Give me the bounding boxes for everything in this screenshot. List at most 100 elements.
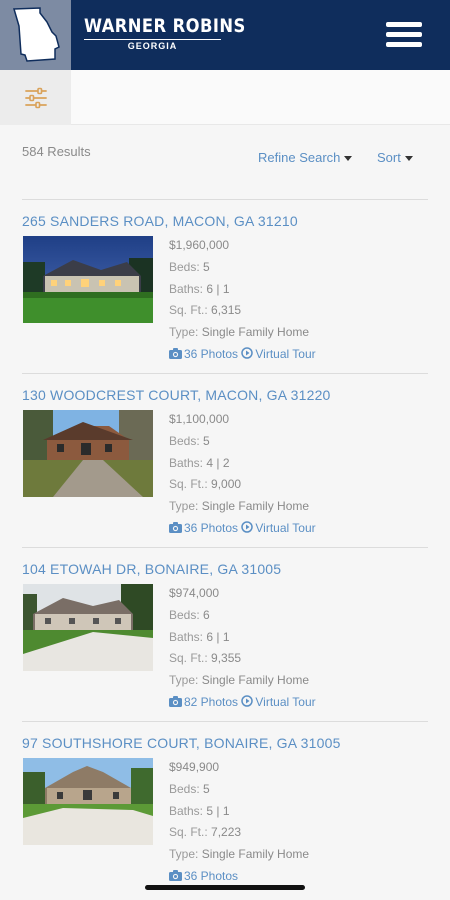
listing-price: $974,000 (169, 586, 220, 600)
listing-card: 265 SANDERS ROAD, MACON, GA 31210 $1,960… (22, 199, 428, 373)
georgia-state-icon (13, 7, 60, 62)
play-circle-icon (241, 347, 254, 359)
listing-price: $1,960,000 (169, 238, 230, 252)
sqft-value: 9,355 (211, 651, 242, 666)
house-photo-image (23, 758, 153, 845)
sqft-label: Sq. Ft.: (169, 303, 208, 318)
baths-label: Baths: (169, 803, 204, 818)
virtual-tour-link[interactable]: Virtual Tour (241, 694, 316, 709)
listing-price: $949,900 (169, 760, 220, 774)
listing-address-link[interactable]: 104 ETOWAH DR, BONAIRE, GA 31005 (22, 561, 281, 577)
filter-button[interactable] (0, 70, 71, 125)
sliders-icon (24, 87, 47, 108)
beds-label: Beds: (169, 259, 200, 274)
results-count: 584 Results (22, 144, 91, 159)
photos-link[interactable]: 82 Photos (169, 695, 238, 709)
caret-down-icon (344, 156, 353, 162)
listing-photo[interactable] (23, 236, 153, 323)
brand-logo[interactable]: WARNER ROBINS GEORGIA (84, 14, 246, 51)
menu-bar (386, 32, 422, 37)
house-photo-image (23, 410, 153, 497)
caret-down-icon (404, 156, 413, 162)
listing-photo[interactable] (23, 758, 153, 845)
listing-address-link[interactable]: 130 WOODCREST COURT, MACON, GA 31220 (22, 387, 331, 403)
menu-bar (386, 42, 422, 47)
menu-bar (386, 22, 422, 27)
listing-card: 130 WOODCREST COURT, MACON, GA 31220 $1,… (22, 373, 428, 547)
virtual-tour-label: Virtual Tour (255, 346, 316, 361)
listing-photo[interactable] (23, 410, 153, 497)
virtual-tour-link[interactable]: Virtual Tour (241, 346, 316, 361)
type-label: Type: (169, 499, 199, 514)
listing-info: $1,100,000 Beds: 5 Baths: 4 | 2 Sq. Ft.:… (169, 409, 316, 540)
type-value: Single Family Home (201, 499, 310, 514)
listing-info: $1,960,000 Beds: 5 Baths: 6 | 1 Sq. Ft.:… (169, 235, 316, 366)
listing-info: $974,000 Beds: 6 Baths: 6 | 1 Sq. Ft.: 9… (169, 583, 316, 714)
camera-icon (169, 869, 182, 881)
type-label: Type: (169, 673, 199, 688)
listing-address-link[interactable]: 97 SOUTHSHORE COURT, BONAIRE, GA 31005 (22, 735, 341, 751)
listing-address-link[interactable]: 265 SANDERS ROAD, MACON, GA 31210 (22, 213, 298, 229)
photos-link[interactable]: 36 Photos (169, 347, 238, 361)
listing-card: 97 SOUTHSHORE COURT, BONAIRE, GA 31005 $… (22, 721, 428, 895)
sqft-value: 7,223 (211, 825, 242, 840)
photos-link[interactable]: 36 Photos (169, 869, 238, 883)
house-photo-image (23, 584, 153, 671)
play-circle-icon (241, 695, 254, 707)
listing-price: $1,100,000 (169, 412, 230, 426)
virtual-tour-link[interactable]: Virtual Tour (241, 520, 316, 535)
play-circle-icon (241, 521, 254, 533)
beds-value: 5 (203, 259, 210, 274)
sqft-label: Sq. Ft.: (169, 651, 208, 666)
photos-link[interactable]: 36 Photos (169, 521, 238, 535)
type-value: Single Family Home (201, 673, 310, 688)
georgia-logo-box[interactable] (0, 0, 71, 70)
refine-search-button[interactable]: Refine Search (258, 150, 353, 165)
camera-icon (169, 695, 182, 707)
brand-title: WARNER ROBINS (84, 15, 246, 37)
beds-value: 5 (203, 433, 210, 448)
sort-label: Sort (377, 150, 401, 165)
sqft-label: Sq. Ft.: (169, 477, 208, 492)
baths-value: 4 | 2 (206, 455, 230, 470)
camera-icon (169, 347, 182, 359)
listing-card: 104 ETOWAH DR, BONAIRE, GA 31005 $974,00… (22, 547, 428, 721)
hamburger-menu-icon[interactable] (386, 22, 422, 50)
camera-icon (169, 521, 182, 533)
brand-subtitle: GEORGIA (127, 41, 178, 51)
baths-label: Baths: (169, 629, 204, 644)
refine-search-label: Refine Search (258, 150, 341, 165)
sort-button[interactable]: Sort (377, 150, 413, 165)
home-indicator[interactable] (145, 885, 305, 890)
type-value: Single Family Home (201, 325, 310, 340)
type-value: Single Family Home (201, 847, 310, 862)
sqft-label: Sq. Ft.: (169, 825, 208, 840)
brand-divider (84, 39, 221, 40)
results-toolbar: 584 Results Refine Search Sort (22, 142, 428, 172)
baths-value: 6 | 1 (206, 281, 230, 296)
virtual-tour-label: Virtual Tour (255, 694, 316, 709)
photos-count: 36 Photos (184, 520, 239, 535)
sqft-value: 9,000 (211, 477, 242, 492)
type-label: Type: (169, 325, 199, 340)
beds-label: Beds: (169, 781, 200, 796)
photos-count: 82 Photos (184, 694, 239, 709)
listing-photo[interactable] (23, 584, 153, 671)
type-label: Type: (169, 847, 199, 862)
house-photo-image (23, 236, 153, 323)
baths-value: 5 | 1 (206, 803, 230, 818)
beds-label: Beds: (169, 433, 200, 448)
filter-bar (0, 70, 450, 125)
photos-count: 36 Photos (184, 346, 239, 361)
virtual-tour-label: Virtual Tour (255, 520, 316, 535)
photos-count: 36 Photos (184, 868, 239, 883)
sqft-value: 6,315 (211, 303, 242, 318)
baths-label: Baths: (169, 455, 204, 470)
beds-value: 6 (203, 607, 210, 622)
beds-value: 5 (203, 781, 210, 796)
baths-label: Baths: (169, 281, 204, 296)
baths-value: 6 | 1 (206, 629, 230, 644)
listing-info: $949,900 Beds: 5 Baths: 5 | 1 Sq. Ft.: 7… (169, 757, 309, 888)
beds-label: Beds: (169, 607, 200, 622)
app-header: WARNER ROBINS GEORGIA (0, 0, 450, 70)
